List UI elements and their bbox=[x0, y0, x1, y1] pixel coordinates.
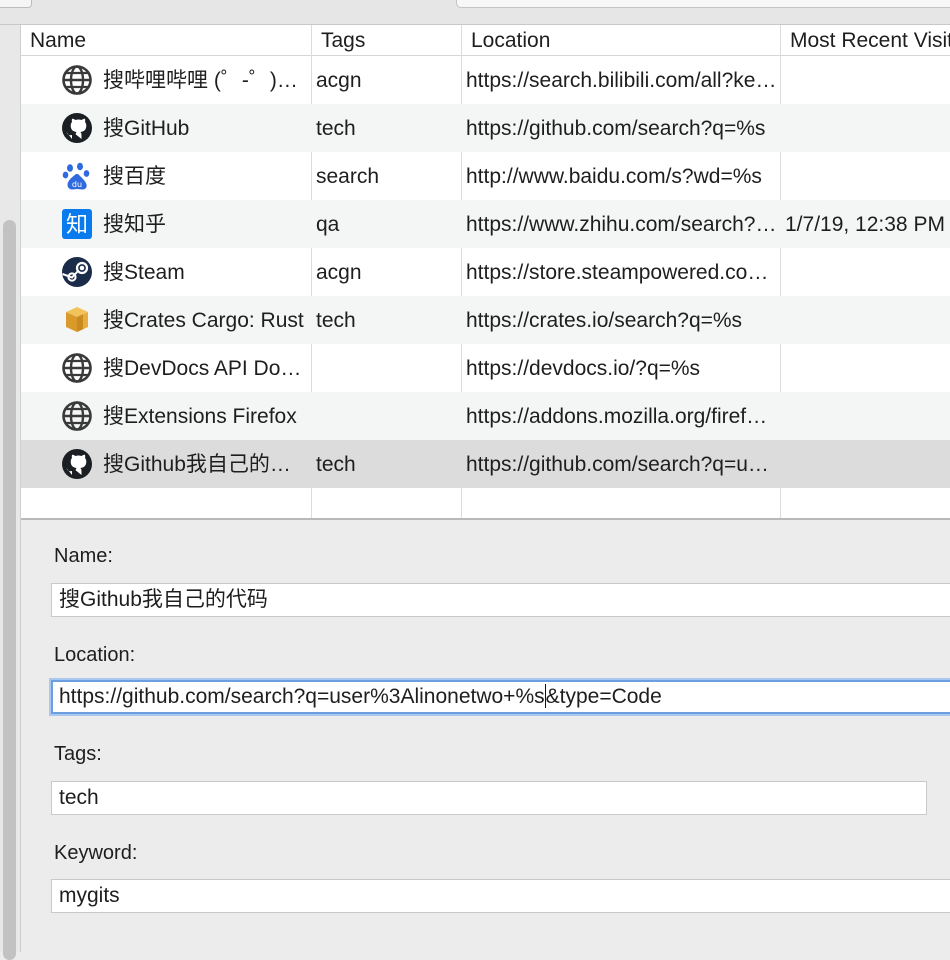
row-location: https://devdocs.io/?q=%s bbox=[466, 357, 701, 380]
table-row[interactable]: 搜Crates Cargo: Rust tech https://crates.… bbox=[21, 296, 950, 344]
row-tags: acgn bbox=[316, 261, 362, 284]
table-row[interactable]: 搜DevDocs API Documentation https://devdo… bbox=[21, 344, 950, 392]
row-location: https://github.com/search?q=user%3Alinon… bbox=[466, 453, 778, 476]
toolbar-search-field[interactable] bbox=[456, 0, 950, 8]
row-visit bbox=[781, 248, 950, 296]
row-name: 搜百度 bbox=[103, 165, 166, 188]
row-visit bbox=[781, 344, 950, 392]
toolbar-button[interactable] bbox=[0, 0, 32, 8]
table-body: 搜哔哩哔哩 (゜-゜)つロ 干杯~ acgn https://search.bi… bbox=[21, 56, 950, 488]
row-visit bbox=[781, 104, 950, 152]
row-location: https://addons.mozilla.org/firefox/searc… bbox=[466, 405, 778, 428]
row-visit bbox=[781, 296, 950, 344]
location-text: https://github.com/search?q=user%3Alinon… bbox=[59, 685, 545, 708]
row-name: 搜哔哩哔哩 (゜-゜)つロ 干杯~ bbox=[103, 69, 309, 92]
table-row[interactable]: 搜Extensions Firefox https://addons.mozil… bbox=[21, 392, 950, 440]
row-visit bbox=[781, 152, 950, 200]
tags-field[interactable]: tech bbox=[51, 781, 927, 815]
github-icon bbox=[61, 112, 93, 144]
row-location: https://github.com/search?q=%s bbox=[466, 117, 766, 140]
table-row[interactable]: 搜Steam acgn https://store.steampowered.c… bbox=[21, 248, 950, 296]
location-text-after-caret: &type=Code bbox=[545, 685, 662, 708]
row-name: 搜Extensions Firefox bbox=[103, 405, 297, 428]
column-header-tags[interactable]: Tags bbox=[311, 25, 461, 55]
row-tags: search bbox=[316, 165, 380, 188]
svg-text:知: 知 bbox=[66, 213, 88, 238]
globe-icon bbox=[61, 64, 93, 96]
name-label: Name: bbox=[54, 545, 113, 567]
row-tags: qa bbox=[316, 213, 340, 236]
row-location: https://www.zhihu.com/search?q=%s bbox=[466, 213, 778, 236]
table-row[interactable]: 搜GitHub tech https://github.com/search?q… bbox=[21, 104, 950, 152]
steam-icon bbox=[61, 256, 93, 288]
row-visit bbox=[781, 440, 950, 488]
table-row-selected[interactable]: 搜Github我自己的代码 tech https://github.com/se… bbox=[21, 440, 950, 488]
crates-icon bbox=[61, 304, 93, 336]
row-tags: acgn bbox=[316, 69, 362, 92]
row-tags bbox=[312, 344, 460, 392]
row-name: 搜知乎 bbox=[103, 213, 166, 236]
row-visit bbox=[781, 392, 950, 440]
row-tags bbox=[312, 392, 460, 440]
column-header-location[interactable]: Location bbox=[461, 25, 780, 55]
github-icon bbox=[61, 448, 93, 480]
row-tags: tech bbox=[316, 117, 356, 140]
baidu-icon: du bbox=[61, 160, 93, 192]
sidebar bbox=[0, 25, 21, 960]
column-header-name[interactable]: Name bbox=[21, 25, 311, 55]
row-visit bbox=[781, 56, 950, 104]
svg-text:du: du bbox=[72, 180, 82, 189]
row-name: 搜GitHub bbox=[103, 117, 190, 140]
globe-icon bbox=[61, 400, 93, 432]
keyword-field[interactable]: mygits bbox=[51, 879, 950, 913]
toolbar bbox=[0, 0, 950, 25]
table-row[interactable]: 知 搜知乎 qa https://www.zhihu.com/search?q=… bbox=[21, 200, 950, 248]
table-row[interactable]: 搜哔哩哔哩 (゜-゜)つロ 干杯~ acgn https://search.bi… bbox=[21, 56, 950, 104]
row-tags: tech bbox=[316, 453, 356, 476]
row-name: 搜Steam bbox=[103, 261, 185, 284]
zhihu-icon: 知 bbox=[61, 208, 93, 240]
column-header-most-recent-visit[interactable]: Most Recent Visit bbox=[780, 25, 950, 55]
location-label: Location: bbox=[54, 644, 136, 666]
row-location: https://search.bilibili.com/all?keyword=… bbox=[466, 69, 778, 92]
keyword-label: Keyword: bbox=[54, 842, 138, 864]
bookmarks-table: Name Tags Location Most Recent Visit 搜哔哩… bbox=[21, 25, 950, 519]
location-field[interactable]: https://github.com/search?q=user%3Alinon… bbox=[51, 680, 950, 714]
globe-icon bbox=[61, 352, 93, 384]
row-location: http://www.baidu.com/s?wd=%s bbox=[466, 165, 762, 188]
tags-label: Tags: bbox=[54, 743, 102, 765]
row-name: 搜Crates Cargo: Rust bbox=[103, 309, 304, 332]
sidebar-scrollbar[interactable] bbox=[3, 220, 16, 960]
bookmark-details-form: Name: 搜Github我自己的代码 Location: https://gi… bbox=[21, 520, 950, 952]
row-name: 搜DevDocs API Documentation bbox=[103, 357, 309, 380]
row-location: https://crates.io/search?q=%s bbox=[466, 309, 743, 332]
table-row[interactable]: du 搜百度 search http://www.baidu.com/s?wd=… bbox=[21, 152, 950, 200]
row-name: 搜Github我自己的代码 bbox=[103, 453, 309, 476]
name-field[interactable]: 搜Github我自己的代码 bbox=[51, 583, 950, 617]
row-location: https://store.steampowered.com/search/?t… bbox=[466, 261, 778, 284]
row-tags: tech bbox=[316, 309, 356, 332]
row-visit: 1/7/19, 12:38 PM bbox=[785, 213, 945, 236]
table-header: Name Tags Location Most Recent Visit bbox=[21, 25, 950, 56]
